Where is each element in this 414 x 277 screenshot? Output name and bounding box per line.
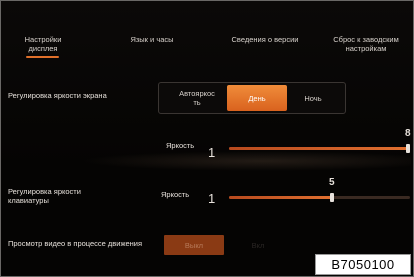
video-on-button[interactable]: Вкл xyxy=(233,235,283,255)
keypad-min-value: 1 xyxy=(208,191,216,206)
display-settings-screen: Настройки дисплея Язык и часы Сведения о… xyxy=(0,0,414,277)
tab-version-info[interactable]: Сведения о версии xyxy=(219,35,311,44)
active-tab-indicator xyxy=(26,56,59,58)
tab-language-clock[interactable]: Язык и часы xyxy=(111,35,193,44)
keypad-current-value: 5 xyxy=(329,177,335,188)
brightness-current-value: 8 xyxy=(405,128,411,139)
mode-day-button[interactable]: День xyxy=(227,85,287,111)
keypad-brightness-slider[interactable] xyxy=(229,196,410,199)
mode-night-button[interactable]: Ночь xyxy=(287,83,339,113)
tab-factory-reset[interactable]: Сброс к заводским настройкам xyxy=(323,35,409,53)
brightness-slider-label: Яркость xyxy=(166,141,195,150)
mode-auto-button[interactable]: Автояркос ть xyxy=(167,83,227,113)
brightness-slider-handle[interactable] xyxy=(406,144,410,153)
brightness-slider[interactable] xyxy=(229,147,410,150)
screen-brightness-label: Регулировка яркости экрана xyxy=(8,91,107,100)
keypad-brightness-label: Регулировка яркости клавиатуры xyxy=(8,187,81,205)
video-off-button[interactable]: Выкл xyxy=(164,235,224,255)
image-code-label: B7050100 xyxy=(315,254,411,275)
video-while-driving-label: Просмотр видео в процессе движения xyxy=(8,239,143,248)
keypad-slider-label: Яркость xyxy=(161,190,190,199)
tab-display-settings[interactable]: Настройки дисплея xyxy=(19,35,67,53)
brightness-mode-selector: Автояркос ть День Ночь xyxy=(158,82,346,114)
keypad-slider-fill xyxy=(229,196,332,199)
brightness-slider-fill xyxy=(229,147,410,150)
keypad-slider-handle[interactable] xyxy=(330,193,334,202)
separator-glow xyxy=(81,151,411,171)
brightness-min-value: 1 xyxy=(208,145,216,160)
